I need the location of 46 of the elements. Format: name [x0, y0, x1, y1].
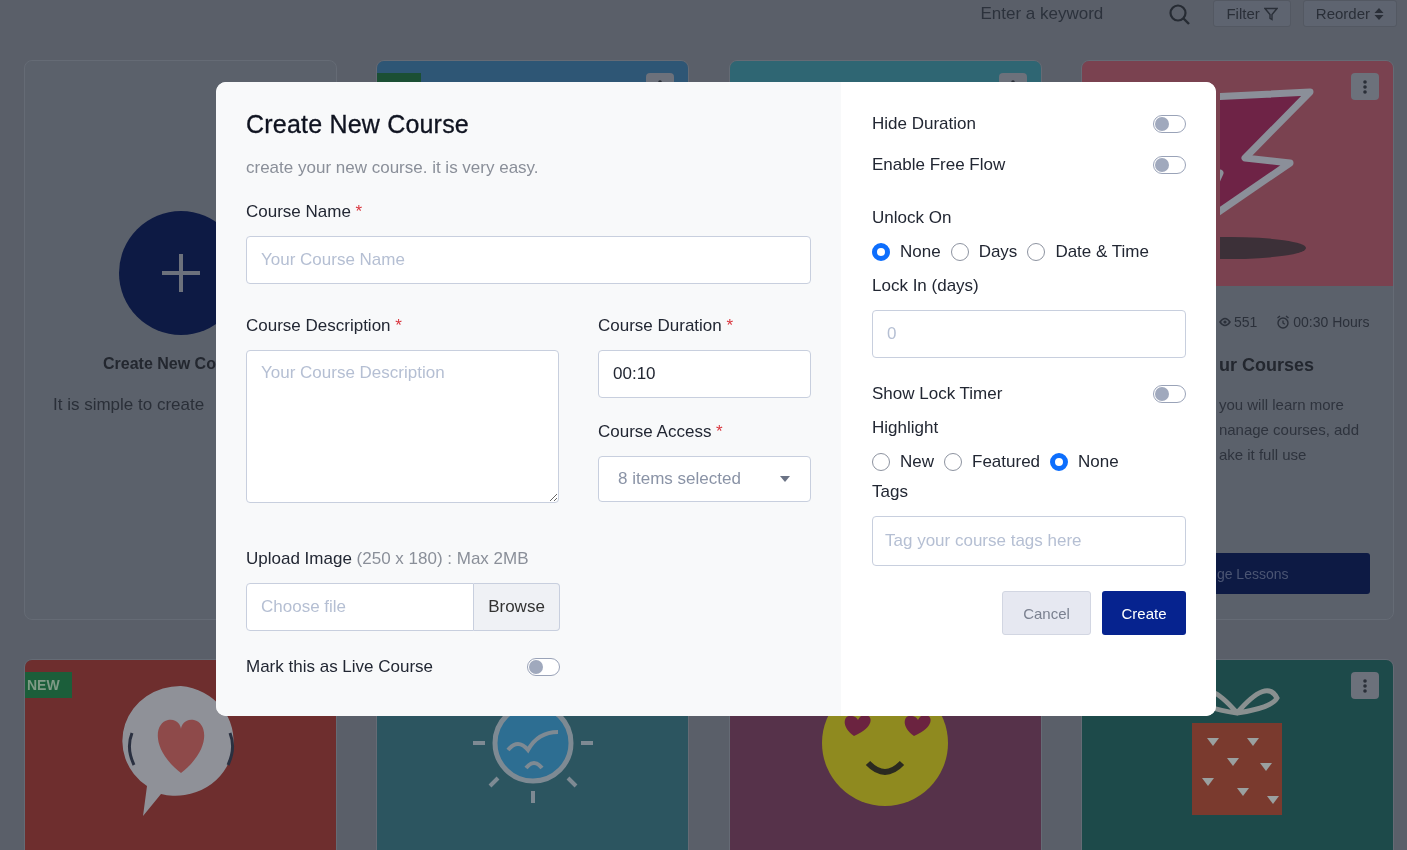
create-button[interactable]: Create: [1102, 591, 1186, 635]
radio-option[interactable]: Days: [950, 242, 1018, 262]
card-title: ur Courses: [1218, 355, 1315, 376]
filter-icon: [1263, 6, 1278, 21]
field-label: Course Description *: [246, 316, 403, 336]
field-label: Lock In (days): [872, 276, 980, 296]
more-icon: [1362, 79, 1367, 94]
radio-option[interactable]: Featured: [944, 452, 1041, 472]
lock-in-field[interactable]: 0: [872, 310, 1186, 358]
toggle-label: Enable Free Flow: [872, 155, 1006, 175]
field-label: Course Duration *: [598, 316, 735, 336]
dialog-title: Create New Course: [246, 110, 470, 139]
file-field[interactable]: Choose file: [246, 583, 474, 631]
radio-option[interactable]: None: [1050, 452, 1119, 472]
dialog-subtitle: create your new course. it is very easy.: [246, 158, 540, 178]
field-label: Course Name *: [246, 202, 364, 222]
course-name-field[interactable]: Your Course Name: [246, 236, 811, 284]
course-duration-field[interactable]: 00:10: [598, 350, 811, 398]
toggle-switch[interactable]: [1153, 115, 1186, 133]
tags-field[interactable]: Tag your course tags here: [872, 516, 1186, 566]
toggle-switch[interactable]: [1153, 385, 1186, 403]
field-label: Unlock On: [872, 208, 953, 228]
alarm-clock-icon: [1276, 315, 1291, 329]
card-title: Create New Co: [102, 355, 216, 373]
new-badge: NEW: [25, 672, 72, 698]
radio-option[interactable]: None: [872, 242, 941, 262]
toggle-label: Hide Duration: [872, 114, 976, 134]
more-button[interactable]: [1350, 672, 1379, 699]
toggle-switch[interactable]: [1153, 156, 1186, 174]
field-label: Tags: [872, 482, 909, 502]
course-description-field[interactable]: Your Course Description: [246, 350, 559, 503]
toggle-label: Show Lock Timer: [872, 384, 1003, 404]
search-icon: [1169, 4, 1192, 26]
caret-icon: [780, 476, 790, 482]
field-label: Upload Image (250 x 180) : Max 2MB: [246, 549, 530, 569]
toggle-switch[interactable]: [527, 658, 560, 676]
field-label: Course Access *: [598, 422, 724, 442]
toggle-label: Mark this as Live Course: [246, 657, 434, 677]
radio-option[interactable]: Date & Time: [1027, 242, 1149, 262]
sort-icon: [1374, 6, 1384, 21]
field-label: Highlight: [872, 418, 940, 438]
eye-icon: [1218, 317, 1231, 327]
more-button[interactable]: [1350, 73, 1379, 100]
more-icon: [1362, 678, 1367, 693]
radio-option[interactable]: New: [872, 452, 934, 472]
browse-button[interactable]: Browse: [474, 583, 560, 631]
